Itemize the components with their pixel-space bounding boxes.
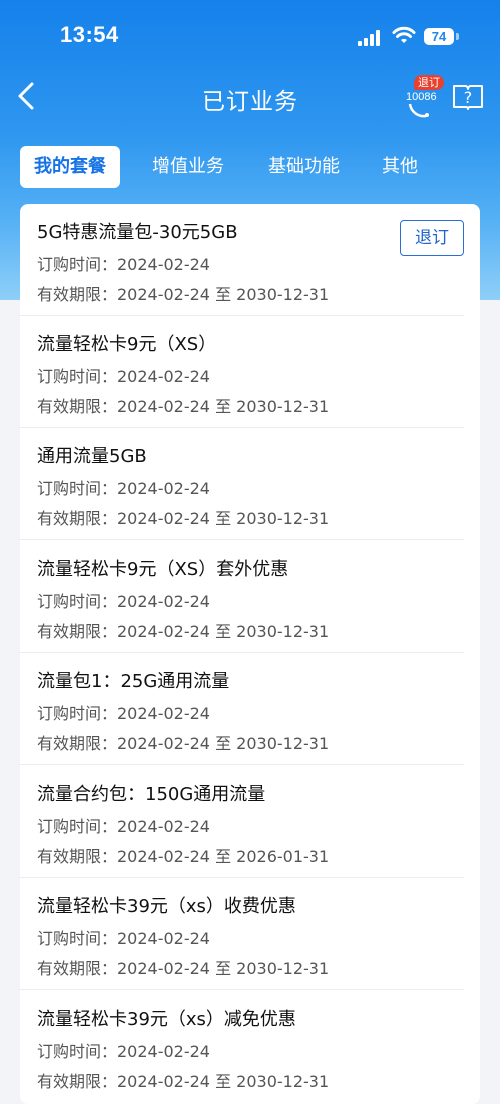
purchase-date: 订购时间：2024-02-24 <box>37 817 210 836</box>
purchase-date: 订购时间：2024-02-24 <box>37 367 210 386</box>
unsubscribe-badge: 退订 <box>414 75 444 90</box>
tab-others[interactable]: 其他 <box>370 146 430 188</box>
package-item: 流量轻松卡39元（xs）减免优惠 订购时间：2024-02-24 有效期限：20… <box>20 991 480 1103</box>
package-item: 流量轻松卡9元（XS）套外优惠 订购时间：2024-02-24 有效期限：202… <box>20 541 480 653</box>
validity-period: 有效期限：2024-02-24 至 2030-12-31 <box>37 1072 330 1091</box>
package-name: 流量轻松卡39元（xs）减免优惠 <box>37 1009 296 1030</box>
purchase-date: 订购时间：2024-02-24 <box>37 479 210 498</box>
divider <box>20 539 464 540</box>
validity-period: 有效期限：2024-02-24 至 2030-12-31 <box>37 397 330 416</box>
cellular-signal-icon <box>358 30 384 46</box>
package-item: 流量包1：25G通用流量 订购时间：2024-02-24 有效期限：2024-0… <box>20 653 480 765</box>
package-list-card: 5G特惠流量包-30元5GB 订购时间：2024-02-24 有效期限：2024… <box>20 204 480 1104</box>
divider <box>20 764 464 765</box>
category-tabs: 我的套餐 增值业务 基础功能 其他 <box>20 146 480 188</box>
package-item: 通用流量5GB 订购时间：2024-02-24 有效期限：2024-02-24 … <box>20 428 480 540</box>
help-book-icon[interactable]: ? <box>452 82 484 110</box>
validity-period: 有效期限：2024-02-24 至 2026-01-31 <box>37 847 330 866</box>
package-name: 流量轻松卡9元（XS） <box>37 334 217 355</box>
validity-period: 有效期限：2024-02-24 至 2030-12-31 <box>37 734 330 753</box>
purchase-date: 订购时间：2024-02-24 <box>37 704 210 723</box>
divider <box>20 989 464 990</box>
package-name: 流量轻松卡39元（xs）收费优惠 <box>37 896 296 917</box>
package-item: 流量合约包：150G通用流量 订购时间：2024-02-24 有效期限：2024… <box>20 766 480 878</box>
status-bar: 13:54 74 <box>0 0 500 70</box>
purchase-date: 订购时间：2024-02-24 <box>37 929 210 948</box>
package-item: 流量轻松卡39元（xs）收费优惠 订购时间：2024-02-24 有效期限：20… <box>20 878 480 990</box>
svg-text:?: ? <box>464 88 473 107</box>
package-name: 流量轻松卡9元（XS）套外优惠 <box>37 559 289 580</box>
validity-period: 有效期限：2024-02-24 至 2030-12-31 <box>37 959 330 978</box>
purchase-date: 订购时间：2024-02-24 <box>37 592 210 611</box>
tab-value-added[interactable]: 增值业务 <box>138 146 238 188</box>
package-name: 5G特惠流量包-30元5GB <box>37 222 238 243</box>
tab-basic-functions[interactable]: 基础功能 <box>254 146 354 188</box>
navigation-bar: 已订业务 退订 10086 ? <box>0 70 500 124</box>
status-time: 13:54 <box>60 22 119 47</box>
purchase-date: 订购时间：2024-02-24 <box>37 255 210 274</box>
package-name: 流量合约包：150G通用流量 <box>37 784 266 805</box>
wifi-icon <box>392 26 416 43</box>
battery-tip <box>456 33 459 40</box>
customer-service-button[interactable]: 退订 10086 <box>404 72 444 118</box>
validity-period: 有效期限：2024-02-24 至 2030-12-31 <box>37 285 330 304</box>
validity-period: 有效期限：2024-02-24 至 2030-12-31 <box>37 622 330 641</box>
package-item: 流量轻松卡9元（XS） 订购时间：2024-02-24 有效期限：2024-02… <box>20 316 480 428</box>
validity-period: 有效期限：2024-02-24 至 2030-12-31 <box>37 509 330 528</box>
tab-my-plan[interactable]: 我的套餐 <box>20 146 120 188</box>
package-name: 通用流量5GB <box>37 446 147 467</box>
package-item: 5G特惠流量包-30元5GB 订购时间：2024-02-24 有效期限：2024… <box>20 204 480 316</box>
unsubscribe-button[interactable]: 退订 <box>400 220 464 256</box>
package-name: 流量包1：25G通用流量 <box>37 671 230 692</box>
service-number: 10086 <box>406 91 437 103</box>
battery-indicator: 74 <box>424 28 454 45</box>
purchase-date: 订购时间：2024-02-24 <box>37 1042 210 1061</box>
